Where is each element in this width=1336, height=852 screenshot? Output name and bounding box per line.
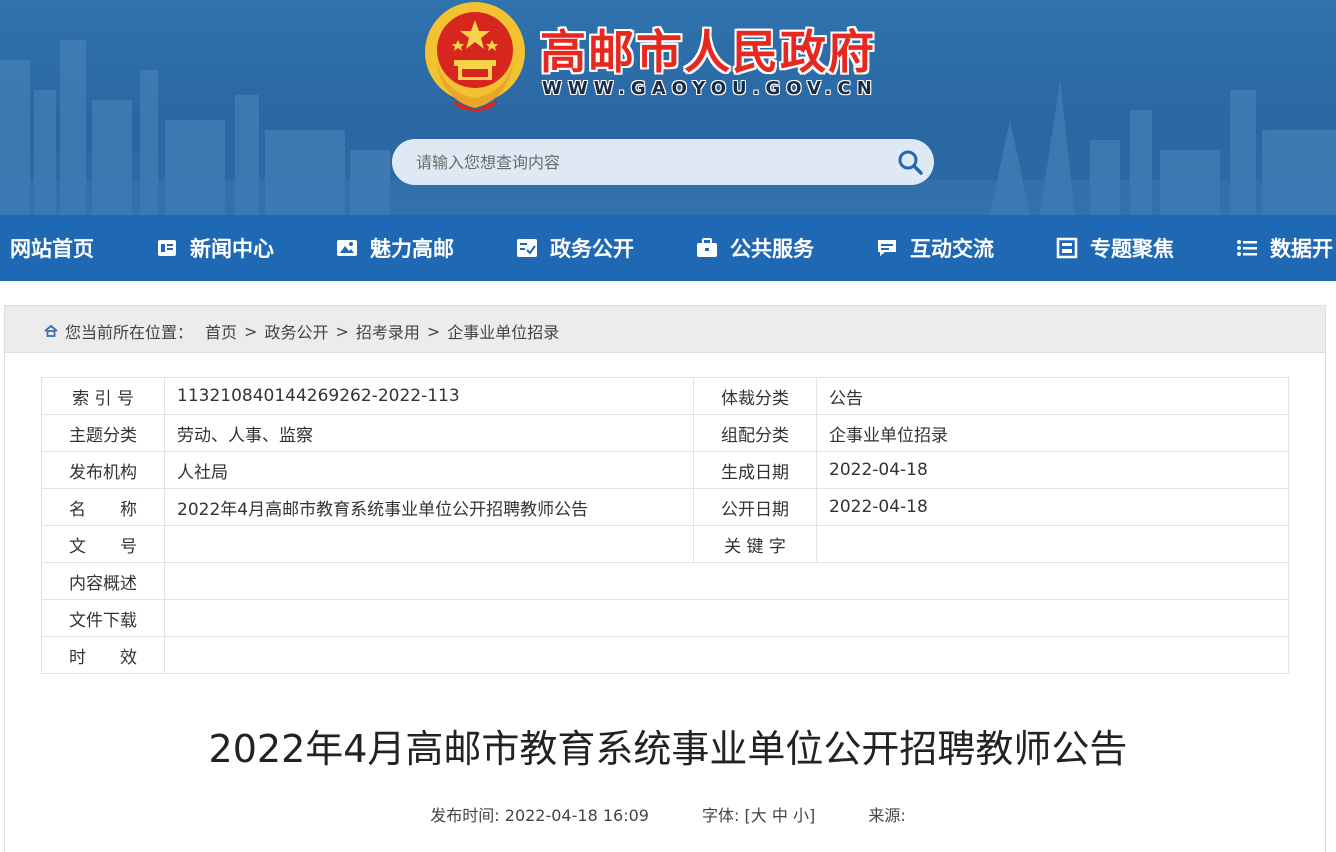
- info-label: 生成日期: [693, 451, 817, 489]
- info-value: 企事业单位招录: [816, 414, 1289, 452]
- info-label: 体裁分类: [693, 377, 817, 415]
- nav-item-news[interactable]: 新闻中心: [156, 215, 274, 281]
- breadcrumb-link-gov-open[interactable]: 政务公开: [264, 319, 328, 343]
- info-value: 人社局: [164, 451, 694, 489]
- table-row: 名 称 2022年4月高邮市教育系统事业单位公开招聘教师公告 公开日期 2022…: [41, 488, 1289, 526]
- table-row: 时 效: [41, 636, 1289, 674]
- info-label: 主题分类: [41, 414, 165, 452]
- breadcrumb-link-enterprise-recruit[interactable]: 企事业单位招录: [447, 319, 559, 343]
- search-input[interactable]: [416, 139, 886, 185]
- image-icon: [337, 240, 357, 256]
- info-value: [816, 525, 1289, 563]
- article-title: 2022年4月高邮市教育系统事业单位公开招聘教师公告: [208, 727, 1128, 771]
- header-banner: 高邮市人民政府 WWW.GAOYOU.GOV.CN: [0, 0, 1336, 215]
- font-size-label: 字体:: [702, 806, 740, 825]
- table-row: 索 引 号 113210840144269262-2022-113 体裁分类 公…: [41, 377, 1289, 415]
- nav-item-label: 专题聚焦: [1090, 237, 1174, 261]
- main-nav: 网站首页 新闻中心 魅力高邮 政务公开 公共服务 互动交流 专题聚焦 数据开: [0, 215, 1336, 281]
- nav-item-topics[interactable]: 专题聚焦: [1056, 215, 1174, 281]
- info-label: 发布机构: [41, 451, 165, 489]
- table-row: 发布机构 人社局 生成日期 2022-04-18: [41, 451, 1289, 489]
- newspaper-icon: [158, 240, 176, 256]
- nav-item-gov-open[interactable]: 政务公开: [516, 215, 634, 281]
- nav-item-home[interactable]: 网站首页: [10, 215, 94, 281]
- nav-item-label: 公共服务: [730, 237, 814, 261]
- nav-item-label: 政务公开: [550, 237, 634, 261]
- article-meta: 发布时间: 2022-04-18 16:09 字体: [大 中 小] 来源:: [0, 802, 1336, 826]
- breadcrumb-link-recruitment[interactable]: 招考录用: [356, 319, 420, 343]
- info-label: 文件下载: [41, 599, 165, 637]
- info-label: 关 键 字: [693, 525, 817, 563]
- info-label: 公开日期: [693, 488, 817, 526]
- home-icon: [44, 324, 58, 337]
- site-url: WWW.GAOYOU.GOV.CN: [542, 78, 878, 99]
- nav-item-label: 互动交流: [910, 237, 994, 261]
- breadcrumb-link-home[interactable]: 首页: [205, 319, 237, 343]
- info-value: [164, 636, 1289, 674]
- info-label: 组配分类: [693, 414, 817, 452]
- nav-item-data-open[interactable]: 数据开: [1236, 215, 1333, 281]
- chat-icon: [878, 240, 896, 256]
- source-label: 来源:: [868, 806, 906, 825]
- font-size-options[interactable]: [大 中 小]: [745, 806, 816, 825]
- info-value: [164, 562, 1289, 600]
- nav-item-public-service[interactable]: 公共服务: [696, 215, 814, 281]
- list-icon: [1237, 240, 1257, 256]
- info-value: 2022-04-18: [816, 451, 1289, 489]
- breadcrumb-separator: >: [335, 321, 349, 341]
- publish-time: 发布时间: 2022-04-18 16:09: [430, 806, 649, 825]
- breadcrumb: 您当前所在位置： 首页 > 政务公开 > 招考录用 > 企事业单位招录: [43, 319, 559, 343]
- info-value: 公告: [816, 377, 1289, 415]
- building-icon: [1056, 237, 1078, 259]
- breadcrumb-prefix: 您当前所在位置：: [65, 323, 194, 342]
- breadcrumb-bar: 您当前所在位置： 首页 > 政务公开 > 招考录用 > 企事业单位招录: [4, 305, 1326, 353]
- info-value: [164, 525, 694, 563]
- info-value: 2022年4月高邮市教育系统事业单位公开招聘教师公告: [164, 488, 694, 526]
- info-label: 名 称: [41, 488, 165, 526]
- document-info-table: 索 引 号 113210840144269262-2022-113 体裁分类 公…: [41, 377, 1289, 674]
- briefcase-icon: [697, 238, 717, 257]
- nav-item-label: 魅力高邮: [370, 237, 454, 261]
- info-value: 劳动、人事、监察: [164, 414, 694, 452]
- search-bar: [392, 139, 934, 185]
- info-value: 2022-04-18: [816, 488, 1289, 526]
- font-size-control: 字体: [大 中 小]: [702, 806, 815, 825]
- nav-item-label: 数据开: [1270, 237, 1333, 261]
- table-row: 文件下载: [41, 599, 1289, 637]
- info-label: 时 效: [41, 636, 165, 674]
- national-emblem-logo: [425, 2, 525, 112]
- info-label: 文 号: [41, 525, 165, 563]
- info-value: [164, 599, 1289, 637]
- breadcrumb-separator: >: [426, 321, 441, 341]
- checklist-icon: [517, 239, 537, 257]
- search-icon[interactable]: [896, 148, 924, 176]
- table-row: 文 号 关 键 字: [41, 525, 1289, 563]
- nav-item-charm[interactable]: 魅力高邮: [336, 215, 454, 281]
- info-label: 索 引 号: [41, 377, 165, 415]
- table-row: 内容概述: [41, 562, 1289, 600]
- info-label: 内容概述: [41, 562, 165, 600]
- site-title: 高邮市人民政府: [540, 25, 876, 79]
- nav-item-interaction[interactable]: 互动交流: [876, 215, 994, 281]
- table-row: 主题分类 劳动、人事、监察 组配分类 企事业单位招录: [41, 414, 1289, 452]
- nav-item-label: 网站首页: [10, 237, 94, 261]
- info-value: 113210840144269262-2022-113: [164, 377, 694, 415]
- nav-item-label: 新闻中心: [190, 237, 274, 261]
- breadcrumb-separator: >: [244, 321, 258, 341]
